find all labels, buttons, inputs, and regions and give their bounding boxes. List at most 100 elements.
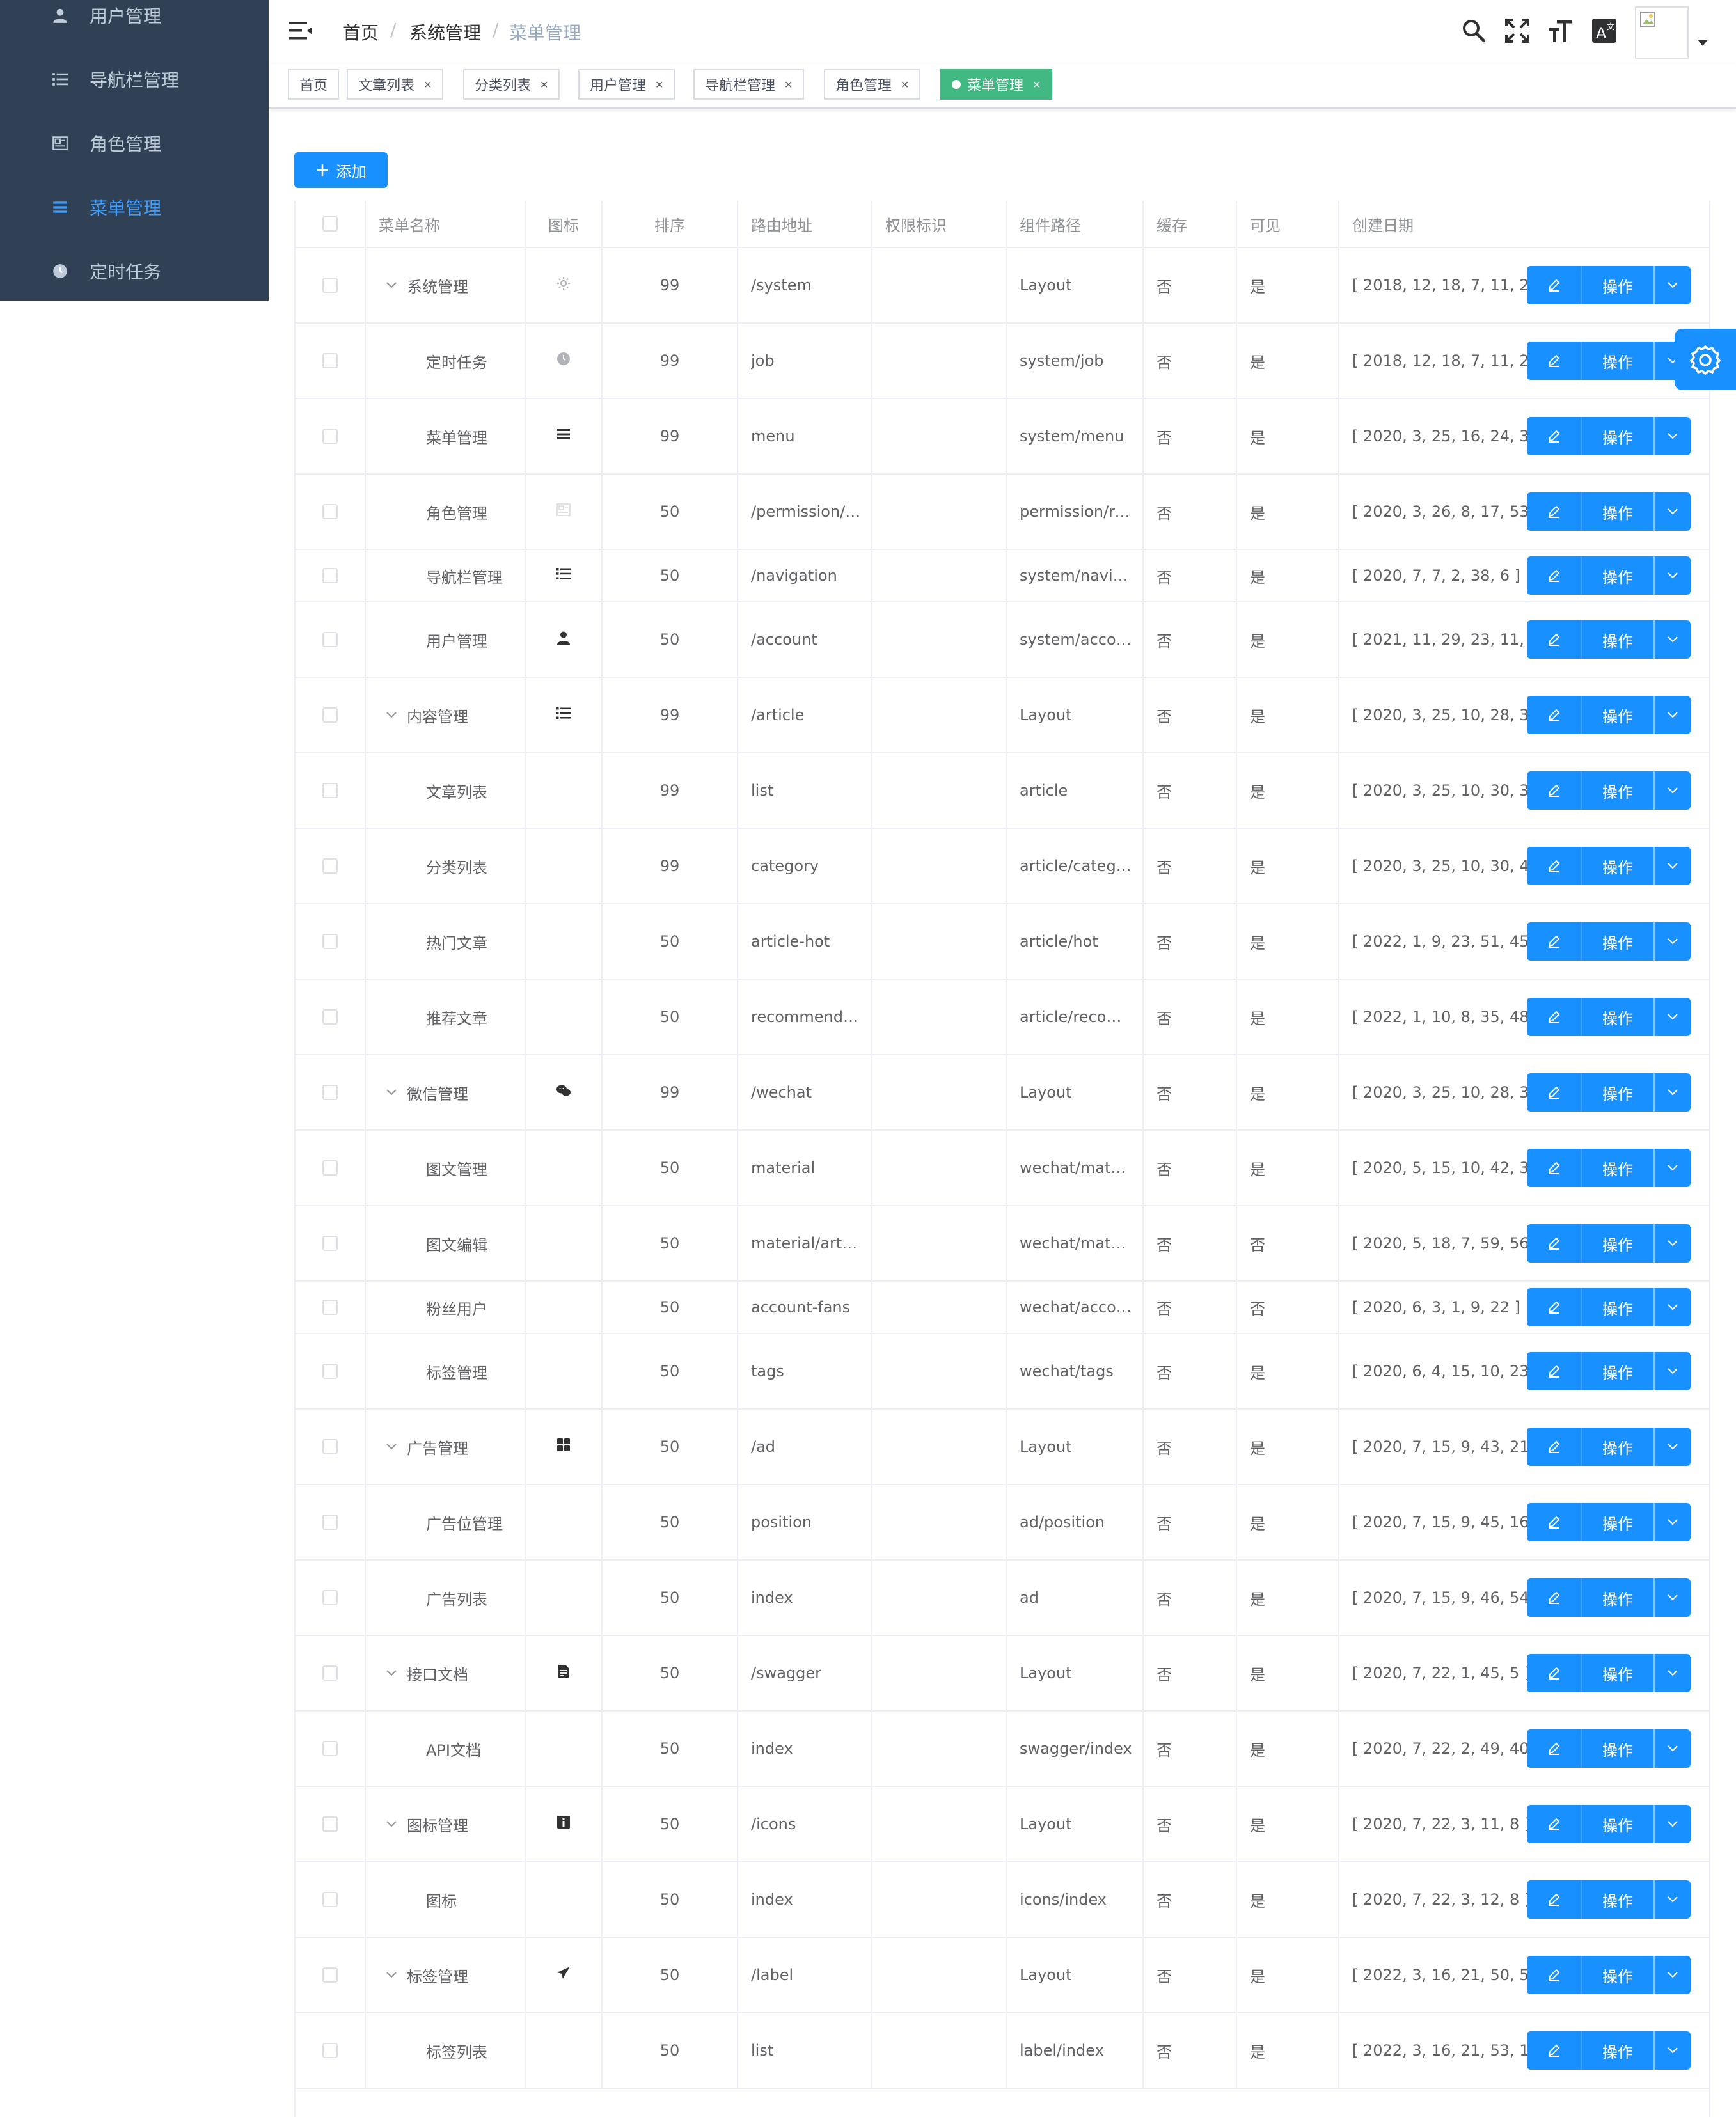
action-button[interactable]: 操作 [1581, 1224, 1653, 1263]
row-checkbox[interactable] [322, 1967, 338, 1983]
tag-item[interactable]: 首页 [288, 69, 340, 100]
row-checkbox[interactable] [322, 1236, 338, 1251]
action-button[interactable]: 操作 [1581, 696, 1653, 734]
action-button[interactable]: 操作 [1581, 771, 1653, 810]
action-dropdown-button[interactable] [1653, 556, 1691, 595]
breadcrumb-system[interactable]: 系统管理 [409, 19, 481, 45]
sidebar-item[interactable]: 角色管理 [0, 111, 269, 175]
action-dropdown-button[interactable] [1653, 1352, 1691, 1390]
edit-button[interactable] [1527, 1352, 1581, 1390]
chevron-down-icon[interactable] [385, 1818, 398, 1830]
action-button[interactable]: 操作 [1581, 2031, 1653, 2070]
edit-button[interactable] [1527, 1805, 1581, 1843]
edit-button[interactable] [1527, 2031, 1581, 2070]
action-dropdown-button[interactable] [1653, 1956, 1691, 1994]
action-button[interactable]: 操作 [1581, 620, 1653, 659]
row-checkbox[interactable] [322, 1009, 338, 1025]
action-dropdown-button[interactable] [1653, 1654, 1691, 1692]
row-checkbox[interactable] [322, 504, 338, 519]
breadcrumb-home[interactable]: 首页 [343, 19, 379, 45]
action-button[interactable]: 操作 [1581, 1805, 1653, 1843]
action-dropdown-button[interactable] [1653, 266, 1691, 304]
action-button[interactable]: 操作 [1581, 1503, 1653, 1541]
edit-button[interactable] [1527, 266, 1581, 304]
edit-button[interactable] [1527, 1428, 1581, 1466]
edit-button[interactable] [1527, 1149, 1581, 1187]
row-checkbox[interactable] [322, 353, 338, 368]
avatar[interactable] [1635, 6, 1689, 59]
row-checkbox[interactable] [322, 2043, 338, 2058]
action-dropdown-button[interactable] [1653, 1428, 1691, 1466]
action-dropdown-button[interactable] [1653, 922, 1691, 961]
row-checkbox[interactable] [322, 707, 338, 723]
edit-button[interactable] [1527, 492, 1581, 531]
action-dropdown-button[interactable] [1653, 492, 1691, 531]
action-button[interactable]: 操作 [1581, 1288, 1653, 1326]
action-dropdown-button[interactable] [1653, 847, 1691, 885]
row-checkbox[interactable] [322, 1439, 338, 1454]
close-icon[interactable]: ✕ [901, 79, 909, 91]
chevron-down-icon[interactable] [385, 1086, 398, 1099]
action-dropdown-button[interactable] [1653, 1880, 1691, 1919]
tag-item[interactable]: 菜单管理 ✕ [940, 69, 1053, 100]
close-icon[interactable]: ✕ [540, 79, 548, 91]
action-dropdown-button[interactable] [1653, 696, 1691, 734]
action-button[interactable]: 操作 [1581, 492, 1653, 531]
tag-item[interactable]: 文章列表 ✕ [347, 69, 444, 100]
search-icon[interactable] [1460, 17, 1488, 45]
chevron-down-icon[interactable] [385, 1667, 398, 1680]
chevron-down-icon[interactable] [385, 1440, 398, 1453]
action-button[interactable]: 操作 [1581, 342, 1653, 380]
row-checkbox[interactable] [322, 1364, 338, 1379]
action-button[interactable]: 操作 [1581, 1729, 1653, 1768]
close-icon[interactable]: ✕ [655, 79, 663, 91]
action-button[interactable]: 操作 [1581, 1880, 1653, 1919]
action-dropdown-button[interactable] [1653, 1288, 1691, 1326]
edit-button[interactable] [1527, 1880, 1581, 1919]
edit-button[interactable] [1527, 342, 1581, 380]
chevron-down-icon[interactable] [385, 1969, 398, 1981]
edit-button[interactable] [1527, 417, 1581, 455]
action-dropdown-button[interactable] [1653, 1805, 1691, 1843]
close-icon[interactable]: ✕ [1032, 79, 1041, 91]
sidebar-item[interactable]: 定时任务 [0, 239, 269, 303]
action-dropdown-button[interactable] [1653, 1729, 1691, 1768]
action-button[interactable]: 操作 [1581, 1352, 1653, 1390]
tag-item[interactable]: 导航栏管理 ✕ [693, 69, 805, 100]
edit-button[interactable] [1527, 922, 1581, 961]
edit-button[interactable] [1527, 1729, 1581, 1768]
row-checkbox[interactable] [322, 1515, 338, 1530]
action-button[interactable]: 操作 [1581, 998, 1653, 1036]
edit-button[interactable] [1527, 998, 1581, 1036]
chevron-down-icon[interactable] [385, 279, 398, 292]
row-checkbox[interactable] [322, 858, 338, 874]
action-button[interactable]: 操作 [1581, 556, 1653, 595]
action-button[interactable]: 操作 [1581, 922, 1653, 961]
edit-button[interactable] [1527, 847, 1581, 885]
action-dropdown-button[interactable] [1653, 620, 1691, 659]
font-size-icon[interactable] [1547, 17, 1575, 45]
action-button[interactable]: 操作 [1581, 417, 1653, 455]
settings-gear-icon[interactable] [1675, 329, 1736, 390]
row-checkbox[interactable] [322, 1665, 338, 1681]
select-all-checkbox[interactable] [322, 216, 338, 232]
edit-button[interactable] [1527, 1956, 1581, 1994]
row-checkbox[interactable] [322, 783, 338, 798]
row-checkbox[interactable] [322, 278, 338, 293]
row-checkbox[interactable] [322, 1741, 338, 1756]
row-checkbox[interactable] [322, 1590, 338, 1605]
action-button[interactable]: 操作 [1581, 1149, 1653, 1187]
action-button[interactable]: 操作 [1581, 1428, 1653, 1466]
action-dropdown-button[interactable] [1653, 998, 1691, 1036]
edit-button[interactable] [1527, 620, 1581, 659]
edit-button[interactable] [1527, 1288, 1581, 1326]
action-dropdown-button[interactable] [1653, 417, 1691, 455]
edit-button[interactable] [1527, 1503, 1581, 1541]
row-checkbox[interactable] [322, 1085, 338, 1100]
row-checkbox[interactable] [322, 568, 338, 583]
fullscreen-icon[interactable] [1503, 17, 1531, 45]
edit-button[interactable] [1527, 771, 1581, 810]
row-checkbox[interactable] [322, 632, 338, 647]
action-button[interactable]: 操作 [1581, 847, 1653, 885]
action-button[interactable]: 操作 [1581, 1654, 1653, 1692]
